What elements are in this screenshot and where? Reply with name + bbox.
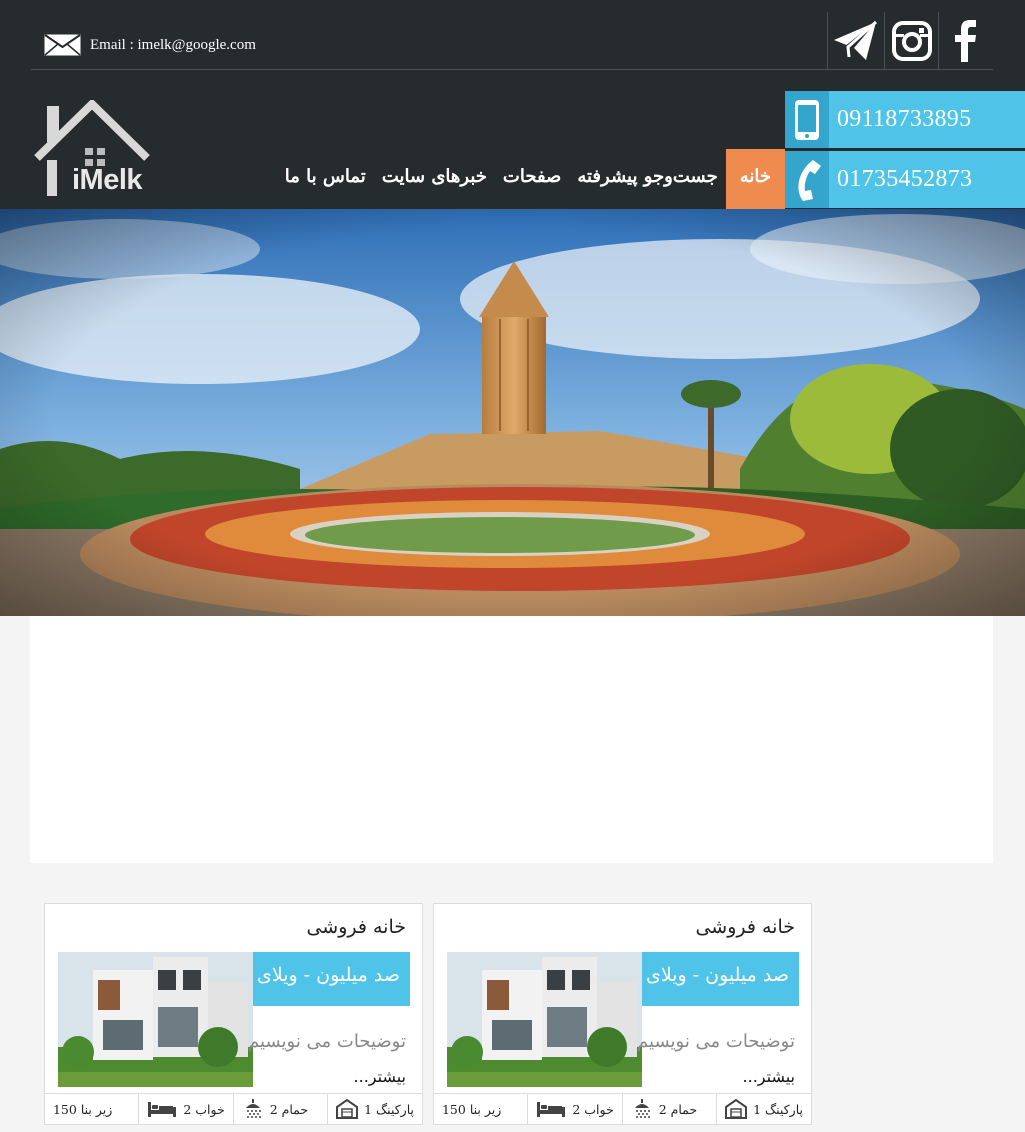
landline-number: 01735452873	[837, 166, 973, 192]
telegram-icon	[834, 20, 877, 60]
listing-card[interactable]: خانه فروشی صد میلیون - ویلای توضیحات می …	[433, 903, 812, 1125]
listing-features: پارکینگ 1 حمام 2 خواب 2 زیر بنا 150	[434, 1093, 811, 1124]
landline-phone[interactable]: 01735452873	[785, 151, 1025, 208]
read-more-link[interactable]: بیشتر...	[354, 1067, 406, 1086]
listing-image[interactable]	[447, 952, 642, 1087]
site-header: Email : imelk@google.com iMelk	[0, 0, 1025, 209]
feature-bath-text: حمام 2	[658, 1101, 698, 1117]
bed-icon	[148, 1102, 177, 1117]
nav-advanced-search[interactable]: جست‌وجو پیشرفته	[569, 149, 725, 209]
shower-icon	[245, 1099, 261, 1118]
feature-area-text: زیر بنا 150	[52, 1101, 113, 1117]
read-more-link[interactable]: بیشتر...	[743, 1067, 795, 1086]
listing-title: خانه فروشی	[695, 916, 795, 938]
envelope-icon	[44, 34, 81, 56]
listing-features: پارکینگ 1 حمام 2 خواب 2 زیر بنا 150	[45, 1093, 422, 1124]
garage-icon	[336, 1099, 359, 1119]
email-contact[interactable]: Email : imelk@google.com	[44, 34, 256, 56]
listing-description: توضیحات می نویسیم	[637, 1031, 795, 1052]
feature-bath: حمام 2	[621, 1094, 716, 1124]
nav-site-news[interactable]: خبرهای سایت	[374, 149, 495, 209]
listing-title: خانه فروشی	[306, 916, 406, 938]
feature-bath-text: حمام 2	[269, 1101, 309, 1117]
listing-price: صد میلیون - ویلای	[253, 952, 410, 1006]
listing-price: صد میلیون - ویلای	[642, 952, 799, 1006]
listing-card[interactable]: خانه فروشی صد میلیون - ویلای توضیحات می …	[44, 903, 423, 1125]
content-panel	[30, 616, 993, 863]
feature-parking-text: پارکینگ 1	[364, 1101, 414, 1117]
header-divider	[31, 69, 993, 70]
instagram-link[interactable]	[884, 12, 939, 69]
feature-parking: پارکینگ 1	[716, 1094, 811, 1124]
phone-handset-icon	[785, 151, 829, 208]
logo-text: iMelk	[72, 164, 143, 196]
tower-landscape-photo	[0, 209, 1025, 616]
shower-icon	[634, 1099, 650, 1118]
instagram-icon	[892, 20, 932, 61]
feature-bath: حمام 2	[232, 1094, 327, 1124]
email-text: Email : imelk@google.com	[90, 36, 256, 53]
nav-home[interactable]: خانه	[725, 149, 785, 209]
mobile-phone[interactable]: 09118733895	[785, 91, 1025, 148]
feature-parking-text: پارکینگ 1	[753, 1101, 803, 1117]
main-nav: خانه جست‌وجو پیشرفته صفحات خبرهای سایت ت…	[277, 149, 785, 209]
feature-area: زیر بنا 150	[434, 1094, 527, 1124]
facebook-icon	[955, 19, 976, 62]
feature-parking: پارکینگ 1	[327, 1094, 422, 1124]
listing-image[interactable]	[58, 952, 253, 1087]
hero-banner	[0, 209, 1025, 616]
feature-bed: خواب 2	[527, 1094, 621, 1124]
feature-bed-text: خواب 2	[183, 1101, 225, 1117]
garage-icon	[725, 1099, 748, 1119]
facebook-link[interactable]	[938, 12, 993, 69]
listing-description: توضیحات می نویسیم	[248, 1031, 406, 1052]
mobile-number: 09118733895	[837, 106, 972, 132]
telegram-link[interactable]	[827, 12, 882, 69]
feature-bed-text: خواب 2	[572, 1101, 614, 1117]
bed-icon	[537, 1102, 566, 1117]
nav-contact[interactable]: تماس با ما	[277, 149, 374, 209]
nav-pages[interactable]: صفحات	[495, 149, 569, 209]
feature-bed: خواب 2	[138, 1094, 232, 1124]
feature-area: زیر بنا 150	[45, 1094, 138, 1124]
feature-area-text: زیر بنا 150	[441, 1101, 502, 1117]
mobile-phone-icon	[785, 91, 829, 148]
